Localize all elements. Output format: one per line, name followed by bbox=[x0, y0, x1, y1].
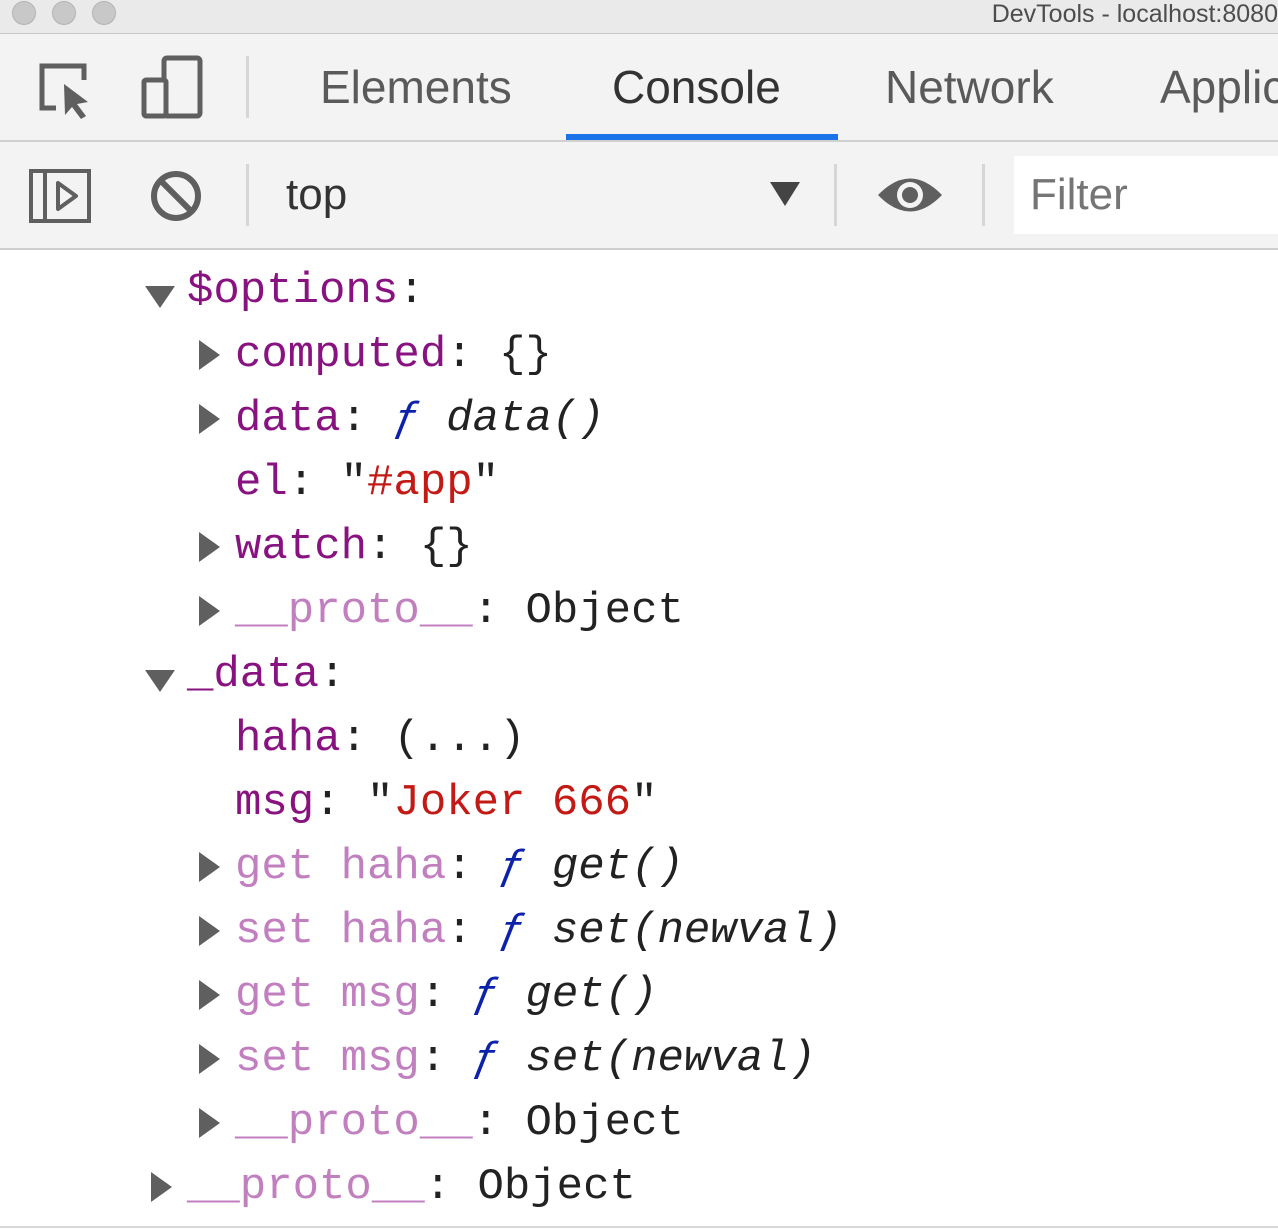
tree-node-computed[interactable]: computed: {} bbox=[235, 323, 552, 387]
filter-input[interactable] bbox=[1014, 156, 1278, 234]
triangle-right-icon[interactable] bbox=[199, 1044, 220, 1074]
tree-node-watch[interactable]: watch: {} bbox=[235, 515, 473, 579]
tree-node-get-haha[interactable]: get haha: ƒ get() bbox=[235, 835, 684, 899]
toolbar-divider bbox=[834, 164, 837, 226]
tab-application[interactable]: Applic bbox=[1160, 34, 1278, 140]
chevron-down-icon[interactable] bbox=[770, 182, 800, 206]
tree-node-data-function[interactable]: data: ƒ data() bbox=[235, 387, 605, 451]
inspect-element-icon[interactable] bbox=[34, 58, 96, 120]
triangle-right-icon[interactable] bbox=[199, 916, 220, 946]
tree-node-msg: msg: "Joker 666" bbox=[235, 778, 658, 828]
eye-icon[interactable] bbox=[876, 172, 944, 218]
device-toolbar-icon[interactable] bbox=[140, 54, 204, 120]
toolbar-divider bbox=[246, 164, 249, 226]
tree-node-haha[interactable]: haha: (...) bbox=[235, 707, 525, 771]
triangle-right-icon[interactable] bbox=[199, 852, 220, 882]
tree-node-set-msg[interactable]: set msg: ƒ set(newval) bbox=[235, 1027, 816, 1091]
zoom-window-button[interactable] bbox=[92, 1, 116, 25]
tree-node-options-proto[interactable]: __proto__: Object bbox=[235, 579, 684, 643]
console-output: $options: computed: {} data: ƒ data() el… bbox=[0, 250, 1278, 1230]
tab-network[interactable]: Network bbox=[885, 34, 1054, 140]
triangle-right-icon[interactable] bbox=[199, 1108, 220, 1138]
triangle-down-icon[interactable] bbox=[145, 670, 175, 692]
window-title: DevTools - localhost:8080 bbox=[991, 0, 1278, 28]
close-window-button[interactable] bbox=[12, 1, 36, 25]
tree-node-get-msg[interactable]: get msg: ƒ get() bbox=[235, 963, 658, 1027]
tree-node-options[interactable]: $options: bbox=[187, 259, 425, 323]
toolbar-divider bbox=[246, 56, 249, 118]
console-toolbar: top bbox=[0, 142, 1278, 250]
window-title-bar: DevTools - localhost:8080 bbox=[0, 0, 1278, 34]
toolbar-divider bbox=[982, 164, 985, 226]
triangle-right-icon[interactable] bbox=[199, 980, 220, 1010]
triangle-right-icon[interactable] bbox=[199, 340, 220, 370]
tree-node-set-haha[interactable]: set haha: ƒ set(newval) bbox=[235, 899, 842, 963]
minimize-window-button[interactable] bbox=[52, 1, 76, 25]
triangle-right-icon[interactable] bbox=[199, 596, 220, 626]
clear-console-icon[interactable] bbox=[148, 168, 204, 224]
tree-node-data[interactable]: _data: bbox=[187, 643, 345, 707]
devtools-tab-bar: Elements Console Network Applic bbox=[0, 34, 1278, 142]
active-tab-indicator bbox=[566, 134, 838, 140]
sidebar-toggle-icon[interactable] bbox=[28, 168, 92, 224]
execution-context-select[interactable]: top bbox=[286, 142, 347, 248]
tree-node-root-proto[interactable]: __proto__: Object bbox=[187, 1155, 636, 1219]
triangle-right-icon[interactable] bbox=[199, 532, 220, 562]
tab-console[interactable]: Console bbox=[612, 34, 781, 140]
triangle-right-icon[interactable] bbox=[199, 404, 220, 434]
tab-elements[interactable]: Elements bbox=[320, 34, 512, 140]
triangle-right-icon[interactable] bbox=[151, 1172, 172, 1202]
triangle-down-icon[interactable] bbox=[145, 286, 175, 308]
console-bottom-divider bbox=[0, 1226, 1278, 1228]
tree-node-data-proto[interactable]: __proto__: Object bbox=[235, 1091, 684, 1155]
tree-node-el: el: "#app" bbox=[235, 458, 500, 508]
